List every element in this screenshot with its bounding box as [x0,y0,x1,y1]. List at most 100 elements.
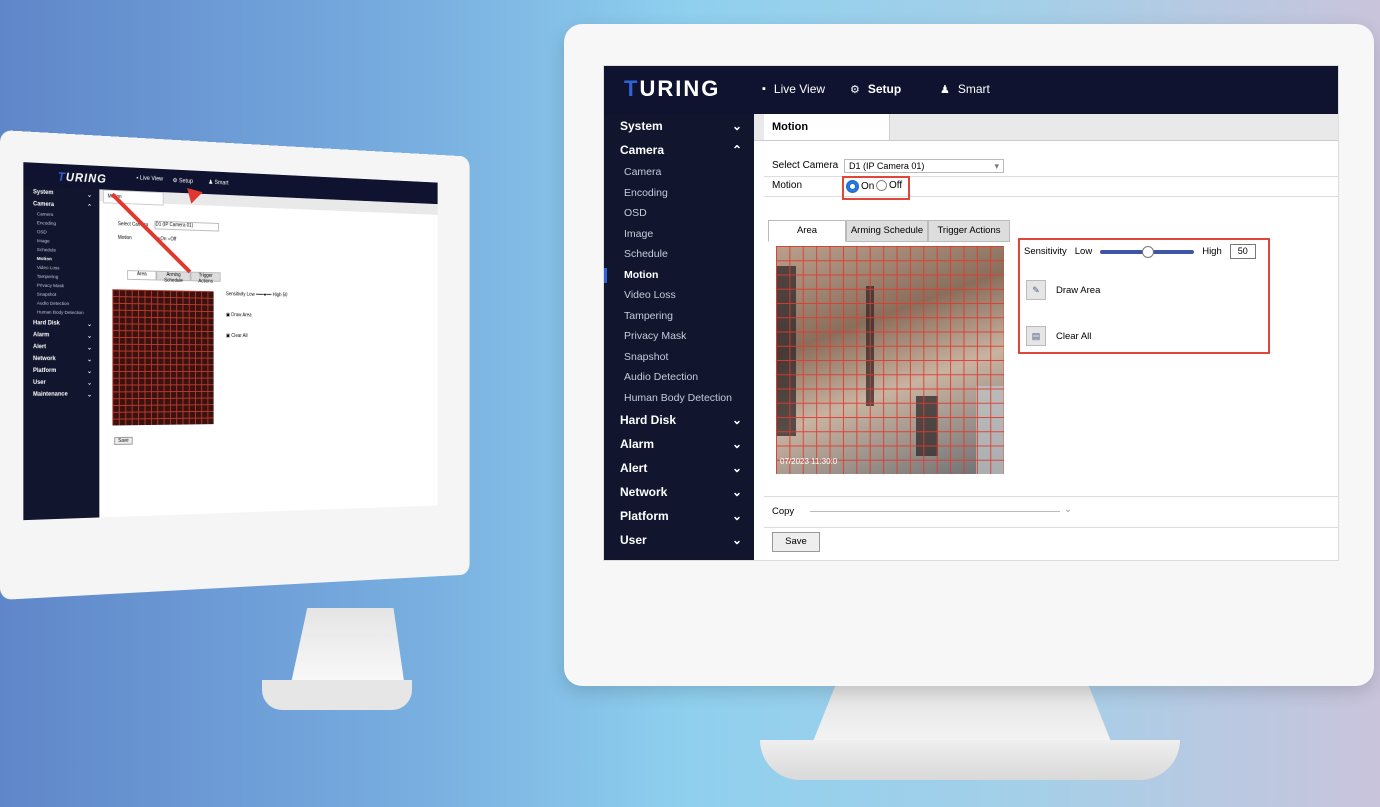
main-content: Motion Select Camera D1 (IP Camera 01) ▾… [754,114,1338,560]
small-sidebar-group[interactable]: User ⌄ [23,377,99,389]
small-sidebar-group[interactable]: Network ⌄ [23,353,99,365]
nav-live-view[interactable]: ▪ Live View [762,82,825,96]
sidebar-item-privacy-mask[interactable]: Privacy Mask [604,326,754,347]
copy-row: Copy ⌄ [764,496,1338,528]
small-subtab-trigger[interactable]: Trigger Actions [190,271,221,285]
small-sidebar: System ⌄ Camera ⌃ Camera Encoding OSD Imag… [23,186,100,521]
sidebar-group-hard-disk[interactable]: Hard Disk ⌄ [604,408,754,432]
chevron-down-icon: ⌄ [731,509,742,523]
small-save-button[interactable]: Save [114,436,133,445]
chevron-down-icon[interactable]: ⌄ [1064,504,1072,515]
sidebar-item-image[interactable]: Image [604,224,754,245]
topbar: TURING ▪ Live View ⚙ Setup ♟ Smart [604,66,1338,114]
copy-divider [810,511,1060,512]
large-monitor-base [760,740,1180,780]
small-sidebar-group[interactable]: Alarm ⌄ [23,329,99,341]
motion-grid-overlay [776,246,1004,474]
sidebar-group-alert[interactable]: Alert ⌄ [604,456,754,480]
small-sidebar-group[interactable]: Platform ⌄ [23,365,99,377]
sidebar-item-schedule[interactable]: Schedule [604,244,754,265]
chevron-down-icon: ⌄ [731,461,742,475]
sidebar-item-encoding[interactable]: Encoding [604,183,754,204]
small-subtab-arming[interactable]: Arming Schedule [156,270,191,284]
sensitivity-label: Sensitivity [1024,246,1067,257]
nav-smart[interactable]: ♟ Smart [940,82,990,96]
motion-highlight-box [842,176,910,200]
sidebar-item-camera[interactable]: Camera [604,162,754,183]
small-nav-smart[interactable]: ♟ Smart [208,179,228,187]
small-select-camera[interactable]: D1 (IP Camera 01) [154,220,219,232]
small-logo: TURING [57,169,107,186]
draw-area-label: Draw Area [1056,284,1101,296]
sidebar-group-alarm[interactable]: Alarm ⌄ [604,432,754,456]
nav-setup[interactable]: ⚙ Setup [850,82,901,96]
sidebar-item-motion[interactable]: Motion [604,265,754,286]
pencil-icon: ✎ [1026,280,1046,300]
trash-icon: ▤ [1026,326,1046,346]
large-screen: TURING ▪ Live View ⚙ Setup ♟ Smart System ⌄ … [604,66,1338,560]
select-camera-value: D1 (IP Camera 01) [849,161,925,171]
draw-area-button[interactable]: ✎ Draw Area [1026,280,1100,300]
tab-motion[interactable]: Motion [764,114,890,140]
sidebar-group-user[interactable]: User ⌄ [604,528,754,552]
sensitivity-value-input[interactable]: 50 [1229,244,1256,259]
small-nav-live-view[interactable]: ▪ Live View [136,175,163,182]
sidebar-item-snapshot[interactable]: Snapshot [604,347,754,368]
sidebar-group-network[interactable]: Network ⌄ [604,480,754,504]
small-monitor-stand [290,608,405,688]
sidebar-item-video-loss[interactable]: Video Loss [604,285,754,306]
sidebar-item-tampering[interactable]: Tampering [604,306,754,327]
gear-icon: ⚙ [850,83,860,96]
small-camera-view[interactable] [112,289,214,426]
clear-all-label: Clear All [1056,330,1092,342]
sensitivity-high-label: High [1202,246,1222,257]
sidebar-group-system[interactable]: System ⌄ [604,114,754,138]
sidebar-item-osd[interactable]: OSD [604,203,754,224]
camera-timestamp: 07/2023 11:30:0 [780,457,838,466]
small-content: Motion Select Camera D1 (IP Camera 01) M… [99,189,438,517]
turing-logo: TURING [624,76,721,101]
chevron-down-icon: ⌄ [731,437,742,451]
small-sensitivity[interactable]: Sensitivity Low ━━━●━━ High 50 [226,291,287,298]
camera-preview[interactable]: 07/2023 11:30:0 [776,246,1004,474]
subtab-area[interactable]: Area [768,220,846,242]
sidebar-group-platform[interactable]: Platform ⌄ [604,504,754,528]
sensitivity-row: Sensitivity Low High 50 [1024,244,1256,259]
clear-all-button[interactable]: ▤ Clear All [1026,326,1091,346]
slider-knob[interactable] [1142,245,1155,258]
sidebar-item-human-body-detection[interactable]: Human Body Detection [604,388,754,409]
select-camera-dropdown[interactable]: D1 (IP Camera 01) ▾ [844,159,1004,173]
subtab-arming-schedule[interactable]: Arming Schedule [846,220,928,242]
chevron-down-icon: ▾ [994,161,999,171]
chevron-down-icon: ⌄ [731,485,742,499]
small-clear-all[interactable]: ▣ Clear All [226,333,248,339]
small-motion-label: Motion [117,234,132,242]
small-monitor: TURING ▪ Live View ⚙ Setup ♟ Smart Syste… [0,130,473,610]
select-camera-row: Select Camera D1 (IP Camera 01) ▾ [764,156,1338,177]
small-sidebar-group[interactable]: Maintenance ⌄ [23,389,99,401]
small-sidebar-group[interactable]: Alert ⌄ [23,341,99,353]
page-tab-bar: Motion [754,114,1338,141]
small-sidebar-group[interactable]: Hard Disk ⌄ [23,317,99,330]
subtab-bar: Area Arming Schedule Trigger Actions [768,220,1010,242]
chevron-up-icon: ⌃ [731,143,742,157]
sidebar: System ⌄ Camera ⌃ Camera Encoding OSD Imag… [604,114,754,560]
subtab-trigger-actions[interactable]: Trigger Actions [928,220,1010,242]
large-monitor-stand [812,684,1112,744]
motion-label: Motion [772,180,803,191]
chevron-down-icon: ⌄ [731,413,742,427]
chevron-down-icon: ⌄ [731,119,742,133]
save-button[interactable]: Save [772,532,820,552]
select-camera-label: Select Camera [772,160,839,171]
monitor-icon: ▪ [762,83,766,95]
small-monitor-base [262,680,412,710]
sidebar-group-camera[interactable]: Camera ⌃ [604,138,754,162]
small-subtab-area[interactable]: Area [127,270,157,281]
copy-label: Copy [772,506,795,517]
small-draw-area[interactable]: ▣ Draw Area [226,312,252,318]
small-screen: TURING ▪ Live View ⚙ Setup ♟ Smart Syste… [23,162,438,521]
sensitivity-slider[interactable] [1100,245,1195,258]
chevron-down-icon: ⌄ [731,533,742,547]
sidebar-item-audio-detection[interactable]: Audio Detection [604,367,754,388]
person-icon: ♟ [940,83,950,96]
